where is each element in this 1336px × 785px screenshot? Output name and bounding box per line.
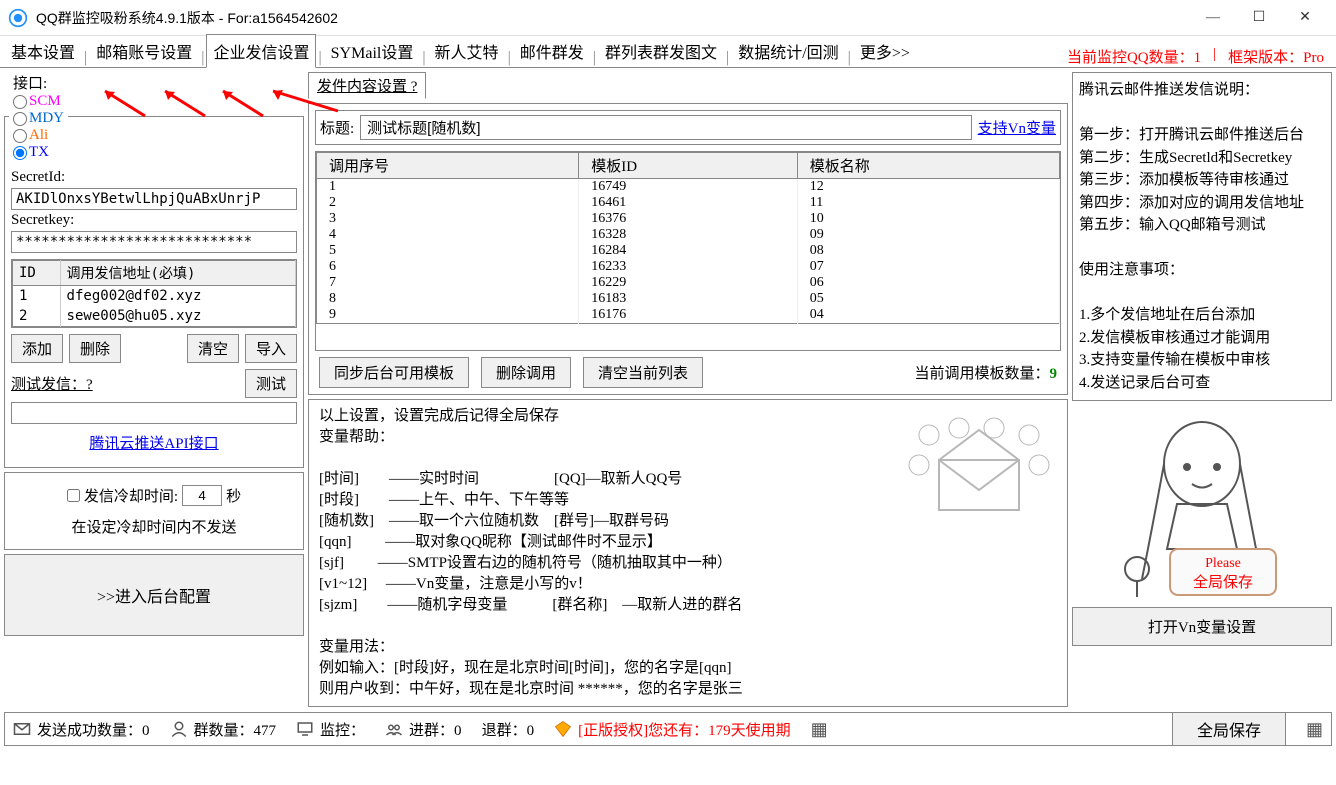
window-title: QQ群监控吸粉系统4.9.1版本 - For:a1564542602	[36, 8, 1190, 28]
table-row: 11674912	[317, 179, 1060, 196]
close-button[interactable]: ✕	[1282, 3, 1328, 33]
decoration-icon: ▦	[811, 719, 828, 740]
tab-more[interactable]: 更多>>	[853, 34, 917, 67]
monitor-icon	[296, 720, 314, 738]
global-save-button[interactable]: 全局保存	[1172, 712, 1286, 746]
cooldown-box: 发信冷却时间: 秒 在设定冷却时间内不发送	[4, 472, 304, 550]
monitor-count: 当前监控QQ数量：1	[1067, 46, 1201, 67]
cooldown-input[interactable]	[182, 485, 222, 506]
test-button[interactable]: 测试	[245, 369, 297, 398]
table-row: 1dfeg002@df02.xyz	[13, 286, 296, 307]
table-row: 41632809	[317, 227, 1060, 243]
tab-stats[interactable]: 数据统计/回测	[731, 34, 845, 67]
cooldown-note: 在设定冷却时间内不发送	[17, 516, 291, 537]
table-row: 71622906	[317, 275, 1060, 291]
delete-button[interactable]: 删除	[69, 334, 121, 363]
tab-group-mass[interactable]: 群列表群发图文	[598, 34, 724, 67]
table-row: 61623307	[317, 259, 1060, 275]
secretid-label: SecretId:	[11, 169, 297, 186]
sent-count: 发送成功数量：0	[37, 719, 150, 740]
minimize-button[interactable]: —	[1190, 3, 1236, 33]
group-count: 群数量：477	[194, 719, 277, 740]
enter-backend-button[interactable]: >>进入后台配置	[4, 554, 304, 636]
tab-basic[interactable]: 基本设置	[4, 34, 82, 67]
interface-fieldset: 接口: SCM MDY Ali TX SecretId: Secretkey: …	[4, 72, 304, 468]
diamond-icon	[554, 720, 572, 738]
template-table[interactable]: 调用序号模板ID模板名称 11674912 21646111 31637610 …	[315, 151, 1061, 351]
radio-ali[interactable]: Ali	[13, 127, 64, 144]
api-link[interactable]: 腾讯云推送API接口	[11, 424, 297, 461]
secretkey-input[interactable]	[11, 231, 297, 253]
table-row: 81618305	[317, 291, 1060, 307]
radio-tx[interactable]: TX	[13, 144, 64, 161]
auth-status: [正版授权]您还有：179天使用期	[578, 719, 791, 740]
instructions-box: 腾讯云邮件推送发信说明： 第一步：打开腾讯云邮件推送后台 第二步：生成Secre…	[1072, 72, 1332, 401]
radio-mdy[interactable]: MDY	[13, 110, 64, 127]
tab-email-account[interactable]: 邮箱账号设置	[89, 34, 199, 67]
svg-text:全局保存: 全局保存	[1193, 573, 1253, 591]
secretid-input[interactable]	[11, 188, 297, 210]
clear-button[interactable]: 清空	[187, 334, 239, 363]
table-row: 31637610	[317, 211, 1060, 227]
person-icon	[170, 720, 188, 738]
statusbar: 发送成功数量：0 群数量：477 监控： 进群：0 退群：0 [正版授权]您还有…	[4, 712, 1332, 746]
open-vn-settings-button[interactable]: 打开Vn变量设置	[1072, 607, 1332, 646]
help-box: 以上设置，设置完成后记得全局保存 变量帮助： [时间] ——实时时间 [QQ]—…	[308, 399, 1068, 707]
radio-scm[interactable]: SCM	[13, 93, 64, 110]
content-settings-tab[interactable]: 发件内容设置 ?	[308, 72, 426, 99]
main-tabs: 基本设置| 邮箱账号设置| 企业发信设置| SYMail设置| 新人艾特| 邮件…	[0, 36, 1336, 68]
interface-legend: 接口: SCM MDY Ali TX	[9, 72, 68, 161]
leave-count: 退群：0	[482, 719, 535, 740]
maximize-button[interactable]: ☐	[1236, 3, 1282, 33]
titlebar: QQ群监控吸粉系统4.9.1版本 - For:a1564542602 — ☐ ✕	[0, 0, 1336, 36]
table-row: 51628408	[317, 243, 1060, 259]
group-icon	[385, 720, 403, 738]
app-icon	[8, 8, 28, 28]
address-table[interactable]: ID调用发信地址(必填) 1dfeg002@df02.xyz 2sewe005@…	[11, 259, 297, 328]
sync-templates-button[interactable]: 同步后台可用模板	[319, 357, 469, 388]
tab-symail[interactable]: SYMail设置	[324, 34, 421, 67]
clear-list-button[interactable]: 清空当前列表	[583, 357, 703, 388]
test-send-label: 测试发信：?	[11, 373, 93, 394]
tab-newcomer-at[interactable]: 新人艾特	[428, 34, 506, 67]
import-button[interactable]: 导入	[245, 334, 297, 363]
title-input[interactable]	[360, 115, 971, 140]
svg-text:Please: Please	[1205, 556, 1241, 571]
table-row: 91617604	[317, 307, 1060, 324]
delete-call-button[interactable]: 删除调用	[481, 357, 571, 388]
table-row: 21646111	[317, 195, 1060, 211]
mail-icon	[13, 720, 31, 738]
monitor-status: 监控：	[320, 719, 365, 740]
table-row: 2sewe005@hu05.xyz	[13, 306, 296, 327]
tab-enterprise-send[interactable]: 企业发信设置	[206, 34, 316, 68]
secretkey-label: Secretkey:	[11, 212, 297, 229]
add-button[interactable]: 添加	[11, 334, 63, 363]
title-label: 标题:	[320, 117, 354, 138]
join-count: 进群：0	[409, 719, 462, 740]
decoration-icon: ▦	[1306, 719, 1323, 740]
vn-support-link[interactable]: 支持Vn变量	[978, 117, 1056, 138]
mail-illustration-icon	[899, 410, 1059, 530]
cooldown-checkbox[interactable]	[67, 489, 80, 502]
template-count: 当前调用模板数量：9	[914, 362, 1057, 383]
framework-version: 框架版本：Pro	[1228, 46, 1324, 67]
tab-mail-mass[interactable]: 邮件群发	[513, 34, 591, 67]
character-illustration: Please 全局保存	[1072, 409, 1332, 599]
test-input[interactable]	[11, 402, 297, 424]
